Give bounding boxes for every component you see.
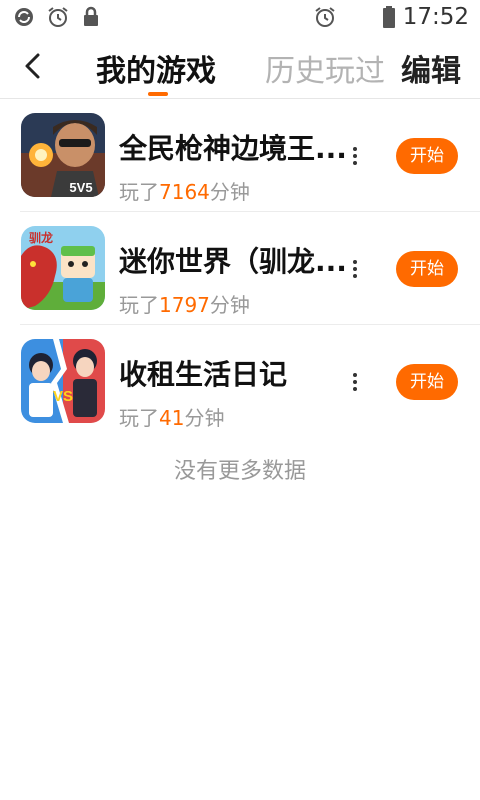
play-time: 玩了1797分钟: [119, 293, 250, 317]
more-options-icon[interactable]: [347, 372, 363, 392]
game-icon[interactable]: 驯龙: [21, 226, 105, 310]
start-button[interactable]: 开始: [396, 251, 458, 287]
game-icon[interactable]: 5V5: [21, 113, 105, 197]
play-time: 玩了7164分钟: [119, 180, 250, 204]
tab-my-games[interactable]: 我的游戏: [96, 46, 216, 90]
start-button[interactable]: 开始: [396, 364, 458, 400]
more-options-icon[interactable]: [347, 259, 363, 279]
game-icon[interactable]: VS: [21, 339, 105, 423]
lock-icon: [84, 6, 98, 26]
list-item[interactable]: 驯龙 迷你世界（驯龙... 玩了1797分钟 开始: [0, 212, 480, 325]
play-minutes: 7164: [159, 180, 210, 204]
game-icon-text: VS: [53, 388, 73, 405]
status-bar: 17:52: [0, 0, 480, 34]
no-more-data-text: 没有更多数据: [173, 459, 306, 484]
header: 我的游戏 历史玩过 编辑: [0, 34, 480, 99]
play-minutes: 41: [159, 406, 185, 430]
game-icon-text: 驯龙: [29, 230, 53, 245]
game-name[interactable]: 迷你世界（驯龙...: [119, 240, 347, 280]
list-item[interactable]: 5V5 全民枪神边境王... 玩了7164分钟 开始: [0, 99, 480, 212]
game-icon-text: 5V5: [69, 180, 92, 195]
edit-button[interactable]: 编辑: [401, 46, 461, 90]
alarm-icon: [48, 7, 68, 27]
battery-icon: [383, 6, 395, 28]
start-button[interactable]: 开始: [396, 138, 458, 174]
play-minutes: 1797: [159, 293, 210, 317]
list-item[interactable]: VS 收租生活日记 玩了41分钟 开始: [0, 325, 480, 438]
status-time: 17:52: [402, 4, 469, 30]
sync-icon: [15, 8, 33, 26]
tab-indicator: [148, 92, 168, 96]
game-list: 5V5 全民枪神边境王... 玩了7164分钟 开始 驯龙 迷你世界（驯龙...…: [0, 99, 480, 438]
game-name[interactable]: 收租生活日记: [119, 353, 287, 393]
alarm-icon: [315, 7, 335, 27]
back-arrow-icon[interactable]: [18, 51, 48, 81]
play-time: 玩了41分钟: [119, 406, 225, 430]
game-name[interactable]: 全民枪神边境王...: [119, 127, 347, 167]
tab-history[interactable]: 历史玩过: [265, 46, 385, 90]
more-options-icon[interactable]: [347, 146, 363, 166]
